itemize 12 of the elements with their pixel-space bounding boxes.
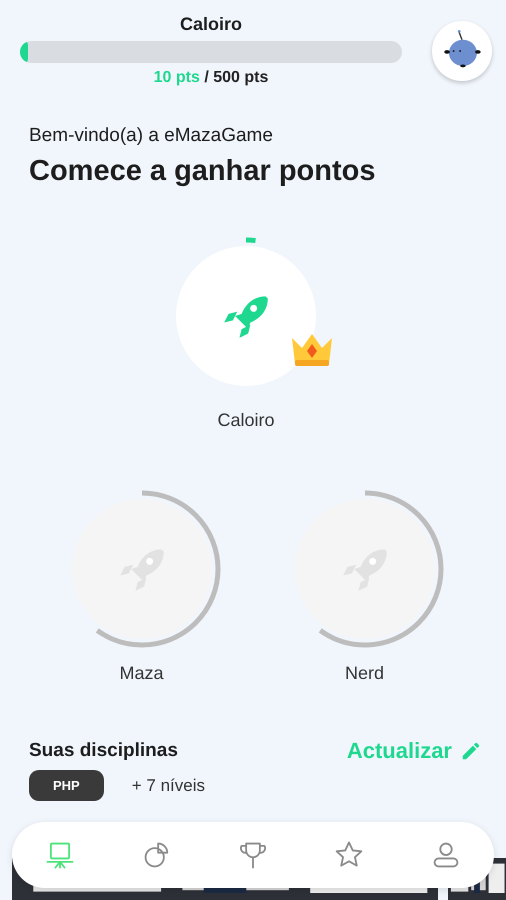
welcome-text: Bem-vindo(a) a eMazaGame <box>29 125 274 147</box>
points-text: 10 pts / 500 pts <box>154 69 268 87</box>
section-title: Suas disciplinas <box>29 740 178 762</box>
level-name: Nerd <box>344 663 384 684</box>
section-heading: Comece a ganhar pontos <box>29 155 376 188</box>
level-name: Maza <box>119 663 164 684</box>
avatar[interactable] <box>432 20 492 80</box>
rank-title: Caloiro <box>180 14 242 35</box>
level-name: Caloiro <box>217 410 275 431</box>
tag-chip[interactable]: PHP <box>29 770 104 801</box>
pencil-icon <box>460 740 482 762</box>
levels-count: + 7 níveis <box>132 776 205 796</box>
